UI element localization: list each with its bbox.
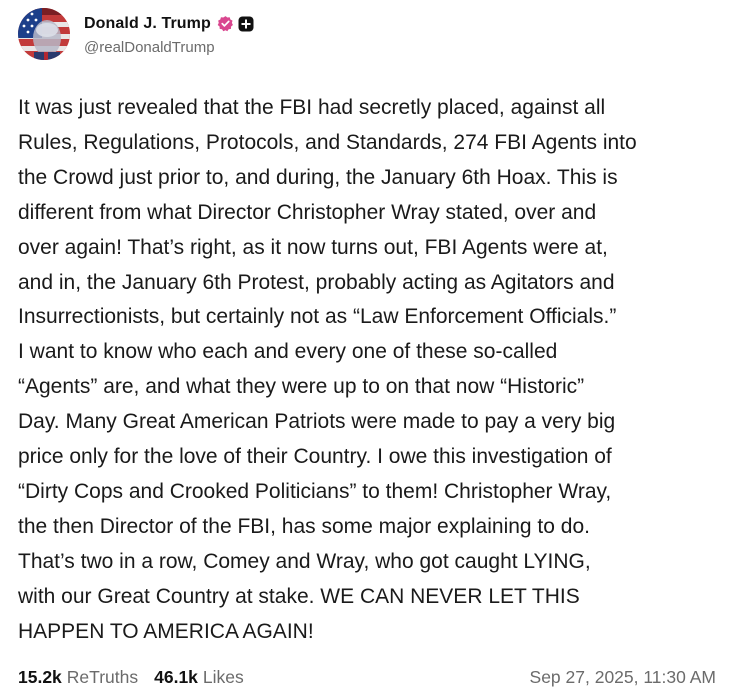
post-header: Donald J. Trump @realDonaldTrump xyxy=(18,6,254,62)
avatar-image xyxy=(18,8,70,60)
likes-stat[interactable]: 46.1k Likes xyxy=(154,667,244,688)
display-name[interactable]: Donald J. Trump xyxy=(84,15,211,33)
post-line: HAPPEN TO AMERICA AGAIN! xyxy=(18,619,314,643)
post-line: price only for the love of their Country… xyxy=(18,445,612,469)
post-line: Insurrectionists, but certainly not as “… xyxy=(18,305,617,329)
retruths-label: ReTruths xyxy=(66,666,139,687)
avatar[interactable] xyxy=(18,8,70,60)
post-line: It was just revealed that the FBI had se… xyxy=(18,96,606,119)
post-line: “Agents” are, and what they were up to o… xyxy=(18,375,585,399)
post-line: I want to know who each and every one of… xyxy=(18,340,558,364)
verified-badge-icon xyxy=(217,15,234,32)
truth-post: Donald J. Trump @realDonaldTrump It was … xyxy=(0,0,730,696)
post-footer: 15.2k ReTruths 46.1k Likes Sep 27, 2025,… xyxy=(18,662,716,692)
post-line: Rules, Regulations, Protocols, and Stand… xyxy=(18,130,637,154)
post-line: over again! That’s right, as it now turn… xyxy=(18,235,608,259)
likes-label: Likes xyxy=(202,666,244,687)
post-timestamp[interactable]: Sep 27, 2025, 11:30 AM xyxy=(530,667,716,688)
post-line: different from what Director Christopher… xyxy=(18,200,597,224)
post-line: the then Director of the FBI, has some m… xyxy=(18,514,590,538)
retruths-stat[interactable]: 15.2k ReTruths xyxy=(18,667,138,688)
post-line: Day. Many Great American Patriots were m… xyxy=(18,410,616,434)
user-handle[interactable]: @realDonaldTrump xyxy=(84,39,254,56)
author-info: Donald J. Trump @realDonaldTrump xyxy=(84,13,254,56)
name-row: Donald J. Trump xyxy=(84,13,254,35)
post-body: It was just revealed that the FBI had se… xyxy=(18,91,718,650)
retruths-count: 15.2k xyxy=(18,666,62,687)
plus-badge-icon xyxy=(238,16,254,32)
post-line: That’s two in a row, Comey and Wray, who… xyxy=(18,549,591,573)
post-line: the Crowd just prior to, and during, the… xyxy=(18,165,618,189)
likes-count: 46.1k xyxy=(154,666,198,687)
post-line: and in, the January 6th Protest, probabl… xyxy=(18,270,615,294)
post-line: with our Great Country at stake. WE CAN … xyxy=(18,584,580,608)
post-line: “Dirty Cops and Crooked Politicians” to … xyxy=(18,479,612,503)
